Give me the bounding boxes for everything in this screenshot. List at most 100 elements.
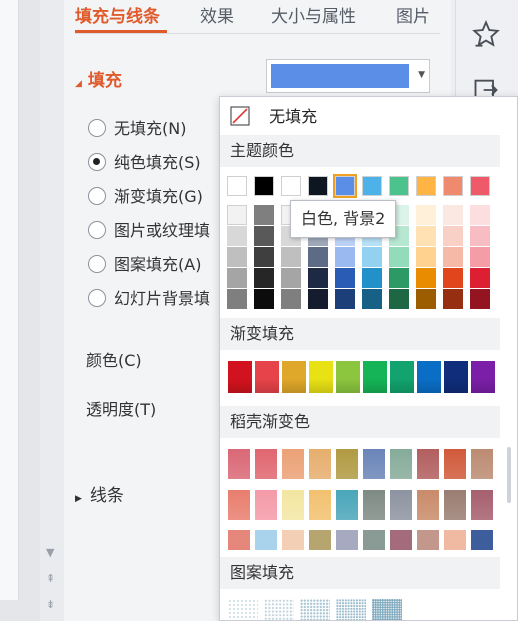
theme-shade-swatch[interactable] (254, 247, 274, 267)
no-fill-option[interactable]: 无填充 (230, 103, 317, 129)
theme-color-swatch[interactable] (333, 174, 357, 198)
theme-shade-swatch[interactable] (227, 268, 247, 288)
radio-slide-background-fill[interactable]: 幻灯片背景填 (88, 285, 210, 309)
shell-gradient-swatch[interactable] (417, 449, 439, 479)
gradient-swatch[interactable] (228, 361, 252, 393)
gradient-swatch[interactable] (336, 361, 360, 393)
theme-color-swatch[interactable] (443, 176, 463, 196)
shell-gradient-swatch[interactable] (444, 449, 466, 479)
theme-shade-swatch[interactable] (335, 289, 355, 309)
pane-scroll-strip[interactable] (40, 0, 64, 621)
gradient-swatch[interactable] (390, 361, 414, 393)
star-icon[interactable] (472, 20, 500, 48)
shell-gradient-swatch[interactable] (417, 490, 439, 520)
gradient-swatch[interactable] (309, 361, 333, 393)
theme-shade-swatch[interactable] (227, 205, 247, 225)
popup-scrollbar[interactable] (500, 97, 517, 620)
theme-color-swatch[interactable] (254, 176, 274, 196)
radio-picture-fill[interactable]: 图片或纹理填 (88, 217, 210, 241)
line-section-header[interactable]: ▶ 线条 (75, 481, 124, 506)
theme-shade-swatch[interactable] (416, 205, 436, 225)
scroll-down-icon[interactable]: ▼ (46, 546, 54, 559)
tab-effects[interactable]: 效果 (200, 2, 234, 27)
theme-color-swatch[interactable] (362, 176, 382, 196)
shell-gradient-swatch[interactable] (336, 449, 358, 479)
theme-shade-swatch[interactable] (308, 268, 328, 288)
radio-no-fill[interactable]: 无填充(N) (88, 115, 186, 139)
radio-button[interactable] (88, 289, 106, 307)
theme-color-swatch[interactable] (281, 176, 301, 196)
theme-shade-swatch[interactable] (443, 205, 463, 225)
theme-shade-swatch[interactable] (227, 226, 247, 246)
theme-shade-swatch[interactable] (416, 289, 436, 309)
shell-gradient-swatch[interactable] (255, 449, 277, 479)
theme-shade-swatch[interactable] (362, 268, 382, 288)
theme-shade-swatch[interactable] (254, 205, 274, 225)
shell-gradient-swatch[interactable] (255, 530, 277, 550)
radio-button[interactable] (88, 187, 106, 205)
theme-shade-swatch[interactable] (389, 247, 409, 267)
theme-color-swatch[interactable] (389, 176, 409, 196)
shell-gradient-swatch[interactable] (390, 449, 412, 479)
theme-shade-swatch[interactable] (470, 289, 490, 309)
pattern-swatch[interactable] (264, 599, 294, 620)
shell-gradient-swatch[interactable] (282, 490, 304, 520)
shell-gradient-swatch[interactable] (444, 490, 466, 520)
shell-gradient-swatch[interactable] (363, 530, 385, 550)
shell-gradient-swatch[interactable] (390, 490, 412, 520)
radio-button[interactable] (88, 119, 106, 137)
theme-shade-swatch[interactable] (443, 268, 463, 288)
pattern-swatch[interactable] (228, 599, 258, 620)
theme-shade-swatch[interactable] (362, 289, 382, 309)
theme-shade-swatch[interactable] (416, 268, 436, 288)
theme-shade-swatch[interactable] (308, 289, 328, 309)
theme-shade-swatch[interactable] (443, 247, 463, 267)
theme-shade-swatch[interactable] (281, 247, 301, 267)
tab-fill-line[interactable]: 填充与线条 (75, 2, 160, 27)
theme-shade-swatch[interactable] (389, 268, 409, 288)
fill-color-dropdown[interactable]: ▼ (266, 59, 430, 93)
radio-button[interactable] (88, 221, 106, 239)
theme-shade-swatch[interactable] (227, 289, 247, 309)
theme-shade-swatch[interactable] (443, 289, 463, 309)
scroll-up-double-icon[interactable]: ⇞ (46, 572, 55, 585)
scroll-down-double-icon[interactable]: ⇟ (46, 598, 55, 611)
theme-shade-swatch[interactable] (416, 247, 436, 267)
theme-shade-swatch[interactable] (362, 247, 382, 267)
theme-color-swatch[interactable] (227, 176, 247, 196)
shell-gradient-swatch[interactable] (363, 490, 385, 520)
pattern-swatch[interactable] (300, 599, 330, 620)
theme-shade-swatch[interactable] (389, 289, 409, 309)
gradient-swatch[interactable] (282, 361, 306, 393)
shell-gradient-swatch[interactable] (309, 530, 331, 550)
theme-shade-swatch[interactable] (254, 289, 274, 309)
theme-shade-swatch[interactable] (470, 247, 490, 267)
pattern-swatch[interactable] (336, 599, 366, 620)
theme-shade-swatch[interactable] (335, 247, 355, 267)
theme-shade-swatch[interactable] (470, 268, 490, 288)
theme-color-swatch[interactable] (308, 176, 328, 196)
theme-shade-swatch[interactable] (443, 226, 463, 246)
theme-color-swatch[interactable] (416, 176, 436, 196)
theme-shade-swatch[interactable] (227, 247, 247, 267)
shell-gradient-swatch[interactable] (282, 530, 304, 550)
theme-shade-swatch[interactable] (254, 268, 274, 288)
shell-gradient-swatch[interactable] (417, 530, 439, 550)
shell-gradient-swatch[interactable] (336, 530, 358, 550)
radio-button[interactable] (88, 255, 106, 273)
shell-gradient-swatch[interactable] (228, 490, 250, 520)
shell-gradient-swatch[interactable] (444, 530, 466, 550)
shell-gradient-swatch[interactable] (471, 490, 493, 520)
shell-gradient-swatch[interactable] (471, 449, 493, 479)
shell-gradient-swatch[interactable] (363, 449, 385, 479)
radio-button[interactable] (88, 153, 106, 171)
shell-gradient-swatch[interactable] (471, 530, 493, 550)
theme-shade-swatch[interactable] (308, 247, 328, 267)
radio-gradient-fill[interactable]: 渐变填充(G) (88, 183, 203, 207)
theme-shade-swatch[interactable] (335, 268, 355, 288)
shell-gradient-swatch[interactable] (390, 530, 412, 550)
shell-gradient-swatch[interactable] (282, 449, 304, 479)
gradient-swatch[interactable] (471, 361, 495, 393)
shell-gradient-swatch[interactable] (228, 530, 250, 550)
gradient-swatch[interactable] (417, 361, 441, 393)
